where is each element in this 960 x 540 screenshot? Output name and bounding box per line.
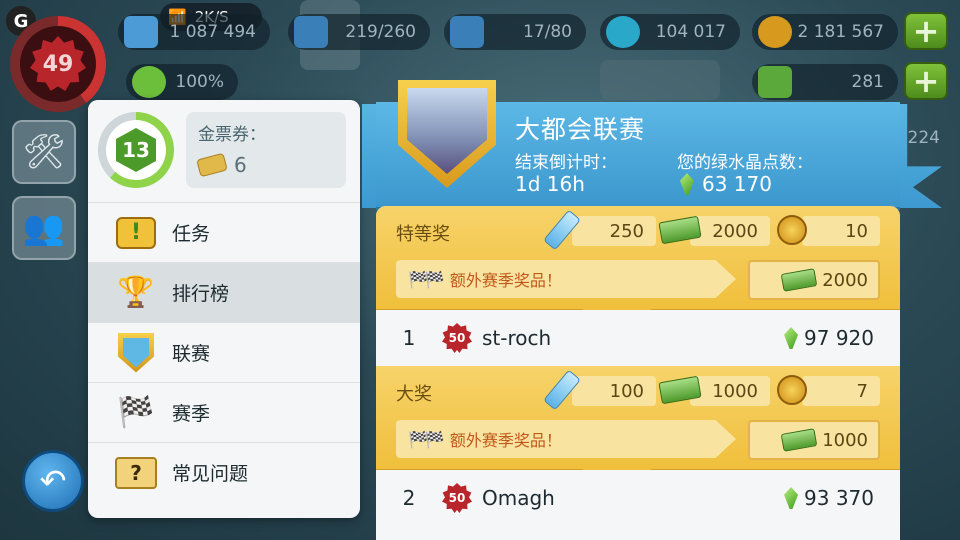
menu-item-league[interactable]: 联赛 bbox=[88, 322, 360, 382]
menu-item-faq[interactable]: ? 常见问题 bbox=[88, 442, 360, 502]
key-icon bbox=[542, 369, 582, 411]
table-row[interactable]: 1 50 st-roch 97 920 bbox=[376, 310, 900, 366]
storage-icon bbox=[294, 16, 328, 48]
menu-item-label: 联赛 bbox=[172, 343, 211, 365]
player-name: st-roch bbox=[482, 326, 552, 350]
key-reward: 250 bbox=[543, 209, 656, 251]
contest-level-badge: 13 bbox=[116, 128, 156, 172]
tier-name: 大奖 bbox=[396, 384, 432, 405]
season-flags-icon: 🏁🏁 bbox=[408, 429, 445, 449]
green-crystal-icon bbox=[680, 173, 694, 195]
bonus-label: 额外赛季奖品！ bbox=[449, 271, 562, 290]
smiley-icon bbox=[132, 66, 166, 98]
tier-card: 特等奖 250 2000 10 🏁🏁 额外赛季奖品！ 2000 bbox=[376, 206, 900, 325]
table-row[interactable]: 2 50 Omagh 93 370 bbox=[376, 470, 900, 526]
trophy-icon: 🏆 bbox=[117, 275, 155, 310]
season-flags-icon: 🏁 bbox=[117, 395, 155, 430]
task-icon: ! bbox=[114, 213, 158, 253]
menu-item-leaderboard[interactable]: 🏆 排行榜 bbox=[88, 262, 360, 322]
points-value: 63 170 bbox=[702, 172, 772, 196]
population-icon bbox=[124, 16, 158, 48]
ticket-label: 金票券： bbox=[198, 125, 266, 145]
key-reward: 100 bbox=[543, 369, 656, 411]
countdown-label: 结束倒计时： bbox=[515, 153, 617, 173]
simcash-counter[interactable]: 281 bbox=[752, 64, 898, 100]
tier-name: 特等奖 bbox=[396, 224, 450, 245]
cash-icon bbox=[658, 370, 702, 410]
green-crystal-icon bbox=[784, 487, 799, 509]
menu-item-label: 排行榜 bbox=[172, 283, 230, 305]
simoleon-icon bbox=[758, 16, 792, 48]
player-points: 93 370 bbox=[784, 486, 900, 510]
menu-item-tasks[interactable]: ! 任务 bbox=[88, 202, 360, 262]
player-name: Omagh bbox=[482, 486, 555, 510]
player-points: 97 920 bbox=[784, 326, 900, 350]
cash-icon bbox=[658, 210, 702, 250]
token-reward: 7 bbox=[777, 375, 880, 406]
tools-icon: 🛠 bbox=[22, 132, 66, 172]
faq-icon: ? bbox=[114, 453, 158, 493]
add-simoleons-button[interactable]: + bbox=[904, 12, 948, 50]
menu-header: 13 金票券： 6 bbox=[88, 100, 360, 202]
social-button[interactable]: 👥 bbox=[12, 196, 76, 260]
countdown-value: 1d 16h bbox=[515, 172, 585, 196]
golden-ticket-box: 金票券： 6 bbox=[186, 112, 346, 188]
menu-item-season[interactable]: 🏁 赛季 bbox=[88, 382, 360, 442]
menu-item-label: 常见问题 bbox=[172, 463, 249, 485]
back-button[interactable]: ↶ bbox=[22, 450, 84, 512]
rank-number: 2 bbox=[402, 486, 416, 510]
bonus-label: 额外赛季奖品！ bbox=[449, 431, 562, 450]
player-level-badge: 50 bbox=[442, 483, 472, 513]
token-reward: 10 bbox=[777, 215, 880, 246]
cash-icon bbox=[780, 268, 818, 292]
build-tools-button[interactable]: 🛠 bbox=[12, 120, 76, 184]
player-level-badge: 50 bbox=[442, 323, 472, 353]
season-flags-icon: 🏁🏁 bbox=[408, 269, 445, 289]
city-skyline-icon bbox=[407, 88, 487, 174]
cash-reward: 1000 bbox=[658, 375, 770, 406]
golden-ticket-icon bbox=[196, 152, 228, 178]
menu-item-label: 任务 bbox=[172, 223, 211, 245]
bonus-season-bar: 🏁🏁 额外赛季奖品！ bbox=[396, 420, 736, 458]
people-icon: 👥 bbox=[22, 208, 66, 248]
storage-counter[interactable]: 219/260 bbox=[288, 14, 430, 50]
neosimoleons-counter[interactable]: 104 017 bbox=[600, 14, 740, 50]
ticket-count: 6 bbox=[234, 153, 247, 177]
player-level-badge: 49 bbox=[30, 36, 86, 91]
rank-number: 1 bbox=[402, 326, 416, 350]
add-simcash-button[interactable]: + bbox=[904, 62, 948, 100]
bonus-reward: 2000 bbox=[748, 260, 880, 300]
bonus-reward: 1000 bbox=[748, 420, 880, 460]
golden-token-icon bbox=[772, 210, 812, 250]
cash-reward: 2000 bbox=[658, 215, 770, 246]
tier-card: 大奖 100 1000 7 🏁🏁 额外赛季奖品！ 1000 bbox=[376, 366, 900, 485]
neosimoleon-icon bbox=[606, 16, 640, 48]
leaderboard-list[interactable]: 特等奖 250 2000 10 🏁🏁 额外赛季奖品！ 2000 1 50 st-… bbox=[376, 206, 900, 540]
points-display: 63 170 bbox=[680, 172, 772, 196]
vu-storage-icon bbox=[450, 16, 484, 48]
vu-storage-counter[interactable]: 17/80 bbox=[444, 14, 586, 50]
contest-menu-card: 13 金票券： 6 ! 任务 🏆 排行榜 联赛 🏁 赛季 ? 常见问题 bbox=[88, 100, 360, 518]
happiness-counter[interactable]: 100% bbox=[126, 64, 238, 100]
simoleons-counter[interactable]: 2 181 567 bbox=[752, 14, 898, 50]
city-background-block bbox=[600, 60, 720, 100]
simcash-icon bbox=[758, 66, 792, 98]
league-icon bbox=[114, 332, 158, 373]
contest-title: 大都会联赛 bbox=[515, 115, 646, 144]
back-arrow-icon: ↶ bbox=[39, 462, 67, 500]
contest-level-ring: 13 bbox=[98, 112, 174, 188]
cash-icon bbox=[780, 428, 818, 452]
green-crystal-icon bbox=[784, 327, 799, 349]
key-icon bbox=[542, 209, 582, 251]
side-counter: 224 bbox=[907, 128, 940, 148]
points-label: 您的绿水晶点数： bbox=[677, 153, 813, 173]
population-counter[interactable]: 1 087 494 bbox=[118, 14, 270, 50]
menu-item-label: 赛季 bbox=[172, 403, 211, 425]
player-level-ring[interactable]: 49 bbox=[10, 16, 106, 112]
bonus-season-bar: 🏁🏁 额外赛季奖品！ bbox=[396, 260, 736, 298]
golden-token-icon bbox=[772, 370, 812, 410]
